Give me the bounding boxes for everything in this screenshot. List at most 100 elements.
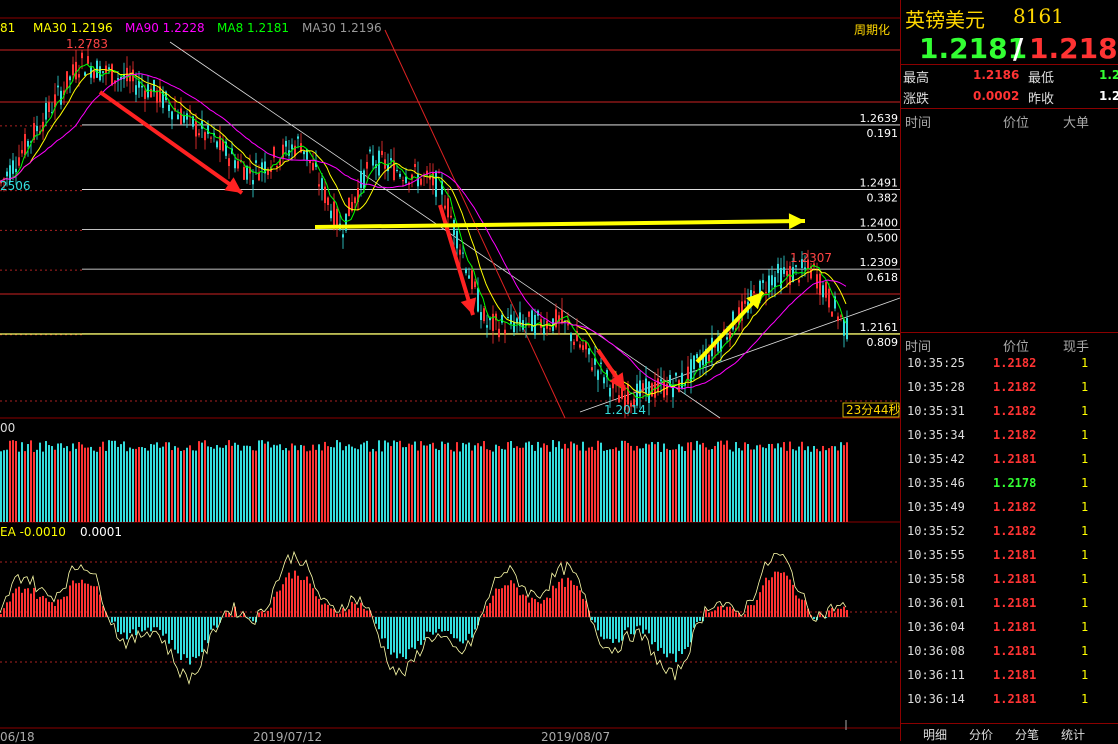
tick-time: 10:35:49	[907, 500, 965, 514]
macd-bar	[117, 617, 119, 632]
macd-bar	[375, 617, 377, 624]
candle-body	[321, 178, 323, 190]
volume-bar	[681, 446, 683, 522]
volume-bar	[240, 451, 242, 522]
macd-bar	[831, 608, 833, 617]
volume-bar	[93, 451, 95, 522]
macd-bar	[594, 617, 596, 622]
macd-bar	[144, 617, 146, 630]
macd-bar	[765, 578, 767, 617]
candle-body	[180, 108, 182, 124]
volume-bar	[42, 452, 44, 522]
tick-row: 10:36:041.21811	[901, 620, 1118, 640]
volume-bar	[453, 451, 455, 522]
macd-bar	[150, 617, 152, 631]
macd-bar	[768, 580, 770, 617]
candle-body	[48, 102, 50, 112]
volume-bar	[573, 443, 575, 522]
volume-bar	[21, 442, 23, 522]
countdown-label: 23分44秒	[846, 403, 900, 417]
macd-bar	[300, 580, 302, 617]
arrow-red-1-head	[224, 177, 242, 193]
candle-body	[462, 253, 464, 254]
volume-bar	[372, 449, 374, 522]
macd-bar	[3, 608, 5, 617]
macd-bar	[195, 617, 197, 658]
macd-bar	[504, 585, 506, 617]
volume-bar	[174, 446, 176, 522]
macd-bar	[528, 603, 530, 617]
volume-bar	[615, 447, 617, 522]
volume-bar	[390, 446, 392, 522]
tick-volume: 1	[1081, 572, 1088, 586]
macd-bar	[726, 607, 728, 617]
volume-bar	[252, 450, 254, 522]
period-button[interactable]: 周期化	[854, 21, 890, 38]
candle-body	[528, 312, 530, 317]
candle-body	[480, 312, 482, 320]
macd-bar	[342, 608, 344, 617]
volume-bar	[732, 452, 734, 522]
macd-bar	[555, 588, 557, 617]
price-chart[interactable]: 1.26390.1911.24910.3821.24000.5001.23090…	[0, 0, 900, 741]
volume-bar	[498, 446, 500, 522]
volume-bar	[369, 452, 371, 522]
volume-bar	[690, 442, 692, 522]
macd-bar	[603, 617, 605, 639]
tick-time: 10:35:28	[907, 380, 965, 394]
macd-bar	[129, 617, 131, 633]
macd-bar	[783, 572, 785, 617]
volume-bar	[255, 451, 257, 522]
volume-bar	[414, 442, 416, 522]
tick-volume: 1	[1081, 596, 1088, 610]
volume-bar	[270, 447, 272, 522]
candle-body	[414, 164, 416, 167]
candle-body	[420, 179, 422, 185]
macd-bar	[171, 617, 173, 640]
macd-bar	[54, 606, 56, 617]
tab-trades[interactable]: 分笔	[1015, 726, 1039, 743]
volume-bar	[273, 445, 275, 522]
candle-body	[549, 328, 551, 329]
candle-body	[774, 277, 776, 287]
macd-bar	[549, 598, 551, 617]
tab-price-dist[interactable]: 分价	[969, 726, 993, 743]
volume-bar	[288, 451, 290, 522]
macd-bar	[666, 617, 668, 657]
volume-bar	[588, 448, 590, 522]
tab-detail[interactable]: 明细	[923, 726, 947, 743]
volume-bar	[828, 448, 830, 522]
macd-bar	[99, 595, 101, 617]
macd-bar	[648, 617, 650, 633]
volume-bar	[138, 447, 140, 522]
volume-bar	[279, 444, 281, 522]
macd-bar	[753, 605, 755, 617]
volume-bar	[222, 448, 224, 522]
volume-bar	[726, 440, 728, 522]
volume-bar	[318, 444, 320, 522]
volume-bar	[9, 441, 11, 522]
tick-row: 10:35:421.21811	[901, 452, 1118, 472]
candle-body	[237, 161, 239, 168]
volume-bar	[714, 446, 716, 522]
volume-bar	[36, 450, 38, 522]
volume-bar	[156, 442, 158, 522]
macd-bar	[456, 617, 458, 638]
tab-stats[interactable]: 统计	[1061, 726, 1085, 743]
macd-bar	[177, 617, 179, 653]
volume-bar	[801, 442, 803, 522]
macd-bar	[360, 603, 362, 617]
candle-body	[753, 291, 755, 293]
volume-bar	[825, 450, 827, 522]
macd-bar	[330, 608, 332, 617]
volume-bar	[219, 447, 221, 522]
volume-bar	[162, 447, 164, 522]
volume-bar	[396, 442, 398, 522]
volume-bar	[546, 445, 548, 522]
change-label: 涨跌	[903, 88, 929, 107]
candle-body	[783, 267, 785, 274]
macd-bar	[789, 580, 791, 617]
macd-bar	[735, 613, 737, 617]
volume-bar	[159, 448, 161, 522]
candle-body	[228, 158, 230, 166]
